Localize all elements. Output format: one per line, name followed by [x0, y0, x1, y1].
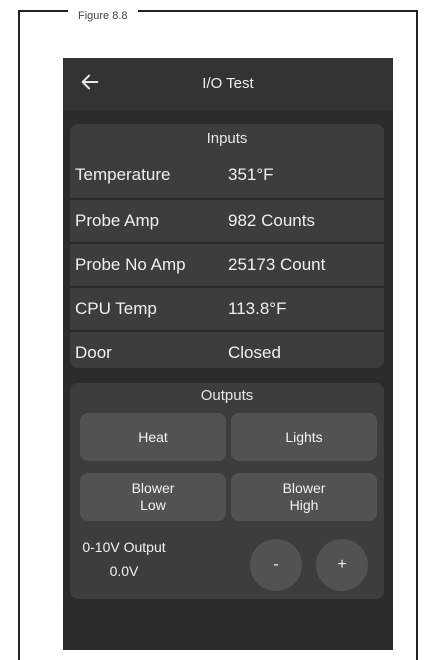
input-value-cpu-temp: 113.8°F [228, 299, 287, 318]
page-title: I/O Test [202, 75, 254, 92]
input-value-probe-amp: 982 Counts [228, 211, 315, 230]
input-label-probe-no-amp: Probe No Amp [75, 255, 186, 274]
bottom-band [63, 606, 393, 650]
heat-button[interactable]: Heat [80, 413, 226, 461]
device-screen: I/O Test Inputs Temperature 351°F Probe … [63, 58, 393, 650]
lights-button[interactable]: Lights [231, 413, 377, 461]
input-value-door: Closed [228, 343, 281, 362]
input-label-probe-amp: Probe Amp [75, 211, 160, 230]
decrease-voltage-button[interactable]: - [250, 539, 302, 591]
input-row: CPU Temp 113.8°F [70, 286, 384, 332]
input-label-door: Door [75, 343, 112, 362]
outputs-title: Outputs [200, 387, 254, 404]
input-row: Door Closed [70, 330, 384, 376]
inputs-title: Inputs [206, 130, 248, 147]
voltage-output-label: 0-10V Output [82, 539, 166, 555]
voltage-output-value: 0.0V [109, 563, 139, 579]
inputs-panel: Inputs Temperature 351°F Probe Amp 982 C… [70, 124, 384, 368]
input-row: Probe Amp 982 Counts [70, 198, 384, 244]
blower-high-button[interactable]: Blower High [231, 473, 377, 521]
blower-low-button[interactable]: Blower Low [80, 473, 226, 521]
input-label-temperature: Temperature [75, 165, 171, 184]
figure-caption: Figure 8.8 [68, 10, 138, 22]
top-app-bar: I/O Test [63, 58, 393, 110]
input-row: Probe No Amp 25173 Count [70, 242, 384, 288]
input-value-temperature: 351°F [228, 165, 274, 184]
input-row: Temperature 351°F [70, 154, 384, 198]
input-value-probe-no-amp: 25173 Count [228, 255, 326, 274]
outputs-panel: Outputs Heat Lights Blower Low Blower Hi… [70, 383, 384, 599]
input-label-cpu-temp: CPU Temp [75, 299, 157, 318]
increase-voltage-button[interactable]: + [316, 539, 368, 591]
